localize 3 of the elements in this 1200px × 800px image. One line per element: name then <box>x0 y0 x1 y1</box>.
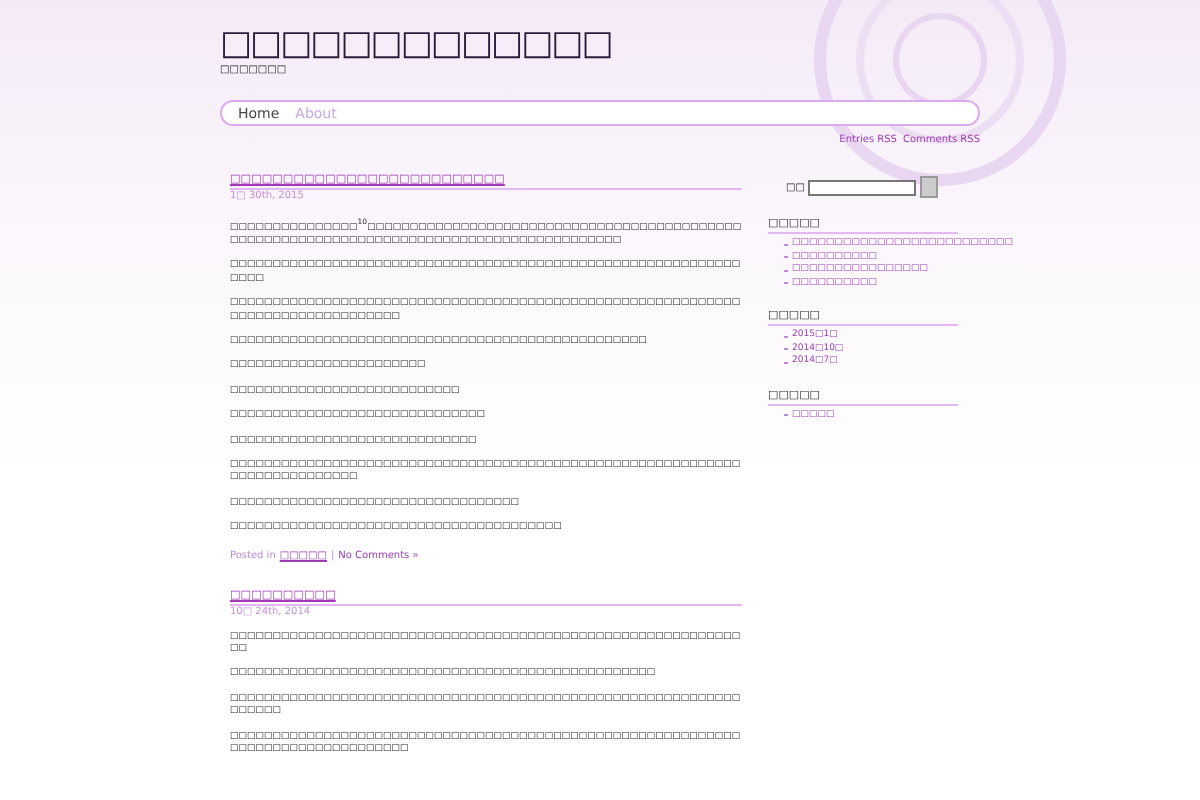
search-field[interactable] <box>808 179 917 195</box>
site-title: □□□□□□□□□□□□□ <box>220 24 614 64</box>
search-button[interactable] <box>920 176 939 198</box>
